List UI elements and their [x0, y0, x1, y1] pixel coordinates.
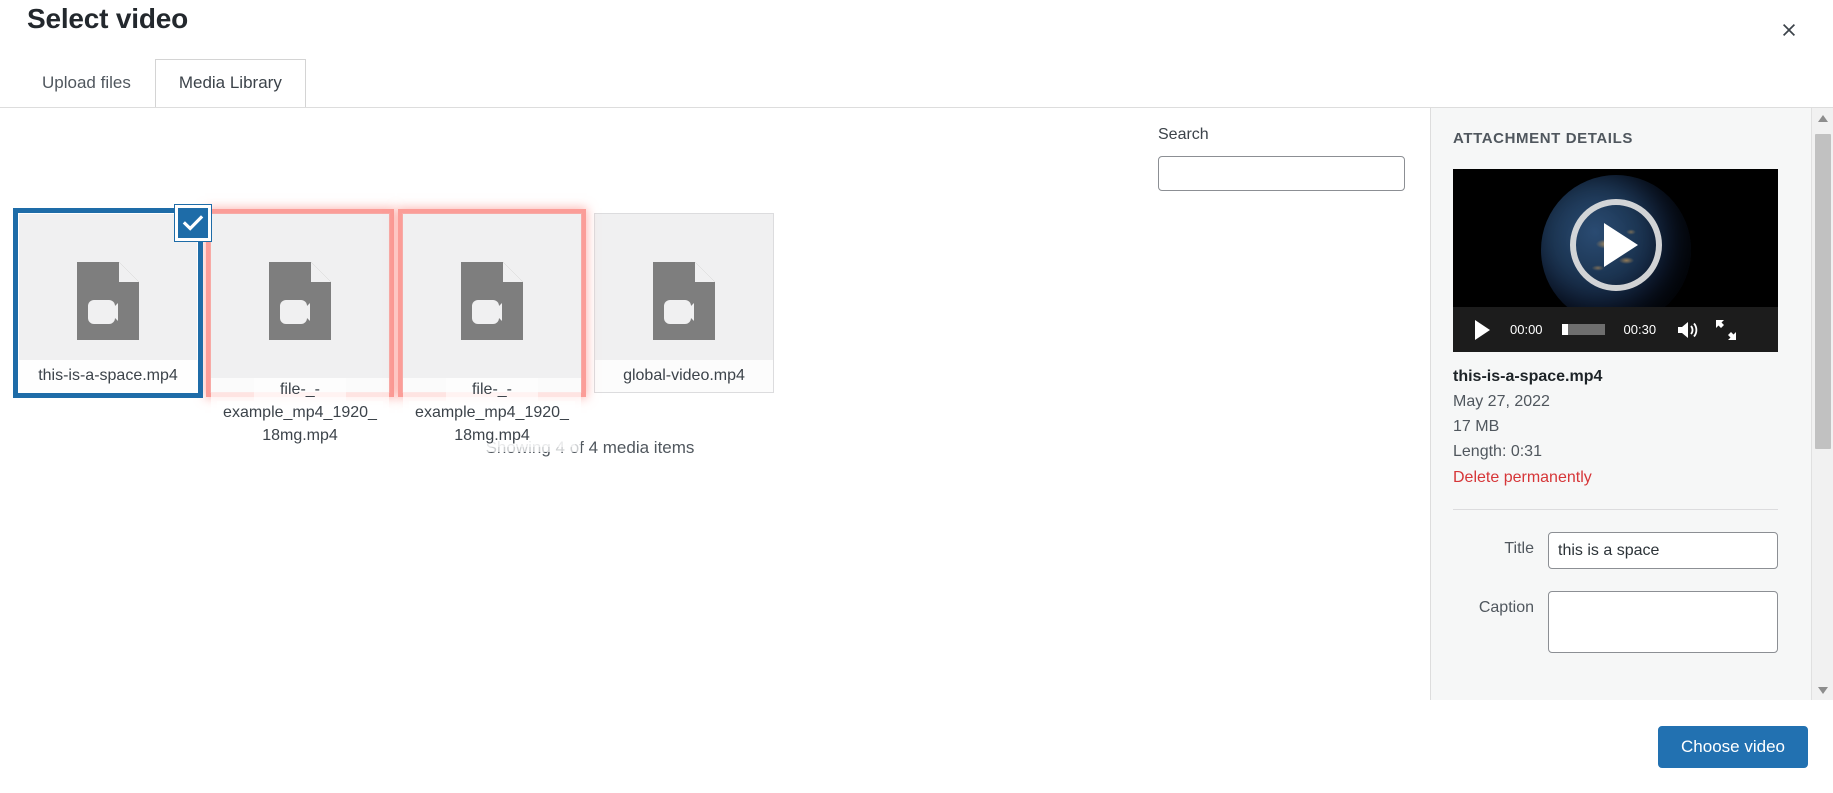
- progress-bar[interactable]: [1561, 324, 1605, 335]
- title-field-row: Title: [1453, 532, 1811, 569]
- current-time: 00:00: [1510, 322, 1543, 337]
- delete-permanently-link[interactable]: Delete permanently: [1453, 469, 1592, 487]
- scroll-down-arrow[interactable]: [1812, 680, 1833, 700]
- attachment-filename-line: example_mp4_1920_: [409, 401, 575, 424]
- close-icon: [1779, 20, 1799, 40]
- video-file-icon: [77, 261, 139, 345]
- attachment-details-sidebar: ATTACHMENT DETAILS 00:00 00:30 this-is-a…: [1430, 108, 1833, 700]
- video-file-icon: [653, 261, 715, 345]
- checkmark-icon: [182, 212, 204, 234]
- sidebar-scrollbar[interactable]: [1811, 108, 1833, 700]
- play-icon[interactable]: [1475, 319, 1490, 340]
- attachment-checkbox[interactable]: [175, 205, 211, 241]
- attachment-filesize: 17 MB: [1453, 418, 1500, 435]
- video-file-icon: [461, 261, 523, 345]
- attachment-date: May 27, 2022: [1453, 393, 1550, 410]
- fullscreen-icon[interactable]: [1716, 319, 1737, 340]
- volume-icon[interactable]: [1676, 320, 1700, 340]
- page-title: Select video: [27, 3, 189, 34]
- attachment-preview: [403, 214, 581, 392]
- media-library-panel: Search this-is-a-space.mp4 file-_- examp…: [0, 108, 1430, 700]
- search-label: Search: [1158, 126, 1209, 143]
- caption-input[interactable]: [1548, 591, 1778, 653]
- duration-time: 00:30: [1623, 322, 1657, 337]
- attachments-grid: this-is-a-space.mp4 file-_- example_mp4_…: [13, 205, 998, 452]
- modal-tabs: Upload files Media Library: [0, 58, 306, 108]
- choose-video-button[interactable]: Choose video: [1658, 726, 1808, 769]
- video-file-icon: [269, 261, 331, 345]
- title-input[interactable]: [1548, 532, 1778, 569]
- modal-body: Search this-is-a-space.mp4 file-_- examp…: [0, 107, 1833, 700]
- tab-media-library[interactable]: Media Library: [154, 58, 306, 108]
- tab-upload-files[interactable]: Upload files: [18, 59, 155, 108]
- attachment-preview: [19, 214, 197, 392]
- caption-label: Caption: [1478, 599, 1534, 616]
- search-area: Search: [1158, 126, 1405, 191]
- search-input[interactable]: [1158, 156, 1405, 191]
- video-preview-player[interactable]: 00:00 00:30: [1453, 169, 1778, 352]
- attachment-item[interactable]: global-video.mp4: [594, 213, 774, 393]
- attachment-filename-detail: this-is-a-space.mp4: [1453, 368, 1603, 385]
- video-controls-bar: 00:00 00:30: [1453, 307, 1778, 352]
- media-count-text: Showing 4 of 4 media items: [485, 438, 695, 457]
- close-button[interactable]: [1767, 8, 1811, 52]
- attachment-details-heading: ATTACHMENT DETAILS: [1453, 130, 1633, 147]
- attachment-item[interactable]: this-is-a-space.mp4: [13, 205, 211, 398]
- scrollbar-thumb[interactable]: [1815, 134, 1831, 449]
- modal-header: Select video Upload files Media Library: [0, 0, 1833, 108]
- attachment-item[interactable]: file-_- example_mp4_1920_ 18mg.mp4: [210, 213, 390, 452]
- attachment-length: Length: 0:31: [1453, 443, 1542, 460]
- modal-footer: Choose video: [0, 700, 1833, 793]
- sidebar-divider: [1453, 509, 1778, 510]
- big-play-button[interactable]: [1569, 199, 1662, 291]
- attachment-filename-line: example_mp4_1920_: [217, 401, 383, 424]
- attachment-item[interactable]: file-_- example_mp4_1920_ 18mg.mp4: [402, 213, 582, 452]
- attachment-preview: [595, 214, 773, 392]
- title-label: Title: [1504, 540, 1534, 557]
- scroll-up-arrow[interactable]: [1812, 108, 1833, 128]
- select-video-modal: Select video Upload files Media Library …: [0, 0, 1833, 793]
- play-icon: [1603, 223, 1638, 267]
- attachment-meta: this-is-a-space.mp4 May 27, 2022 17 MB L…: [1453, 368, 1811, 487]
- attachment-preview: [211, 214, 389, 392]
- caption-field-row: Caption: [1453, 591, 1811, 653]
